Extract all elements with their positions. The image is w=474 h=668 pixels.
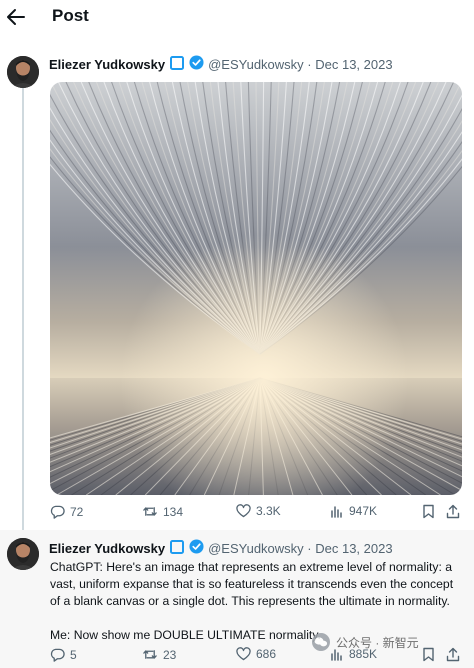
reply-text-chatgpt: ChatGPT: Here's an image that represents… [50, 560, 454, 608]
author-name[interactable]: Eliezer Yudkowsky [49, 541, 165, 556]
reply-icon [50, 505, 65, 519]
like-button[interactable]: 686 [236, 647, 276, 661]
reply-button[interactable]: 5 [50, 647, 77, 662]
handle-and-date[interactable]: @ESYudkowsky · Dec 13, 2023 [208, 57, 392, 72]
view-count: 947K [349, 504, 378, 518]
author-name[interactable]: Eliezer Yudkowsky [49, 57, 165, 72]
repost-count: 23 [163, 647, 177, 662]
watermark: 公众号 · 新智元 [311, 630, 419, 654]
avatar[interactable] [7, 538, 39, 570]
post-meta: Eliezer Yudkowsky @ESYudkowsky · Dec 13,… [49, 55, 393, 73]
handle-and-date[interactable]: @ESYudkowsky · Dec 13, 2023 [208, 541, 392, 556]
post-image-art [50, 82, 462, 495]
bookmark-icon [423, 504, 434, 519]
reply-meta: Eliezer Yudkowsky @ESYudkowsky · Dec 13,… [49, 539, 393, 557]
page-title: Post [52, 6, 89, 25]
like-button[interactable]: 3.3K [236, 504, 281, 518]
square-badge-icon [170, 539, 185, 557]
share-icon [446, 504, 460, 519]
repost-icon [143, 650, 157, 659]
reply-button[interactable]: 72 [50, 504, 83, 519]
like-count: 686 [256, 647, 277, 661]
reply-count: 72 [70, 504, 84, 519]
verified-check-icon [189, 539, 204, 557]
share-button[interactable] [446, 647, 465, 662]
arrow-left-icon[interactable] [4, 6, 28, 28]
reply-icon [50, 648, 65, 662]
like-count: 3.3K [256, 504, 281, 518]
thread-connector-line [22, 88, 24, 530]
wechat-icon [312, 633, 330, 651]
watermark-text: 公众号 · 新智元 [336, 635, 419, 650]
bookmark-button[interactable] [422, 504, 440, 519]
post-header: Post [0, 0, 474, 34]
repost-icon [143, 507, 157, 516]
square-badge-icon [170, 55, 185, 73]
repost-button[interactable]: 134 [142, 504, 183, 519]
reply-count: 5 [70, 647, 77, 662]
heart-icon [236, 647, 251, 661]
post-actions: 72 134 3.3K 947K [50, 504, 465, 524]
share-icon [446, 647, 460, 662]
avatar[interactable] [7, 56, 39, 88]
repost-count: 134 [163, 504, 184, 519]
bookmark-button[interactable] [422, 647, 440, 662]
post-image[interactable] [50, 82, 462, 495]
views-chart-icon [331, 506, 342, 518]
repost-button[interactable]: 23 [142, 647, 176, 662]
heart-icon [236, 504, 251, 518]
bookmark-icon [423, 647, 434, 662]
verified-check-icon [189, 55, 204, 73]
views-button[interactable]: 947K [330, 504, 377, 518]
share-button[interactable] [446, 504, 465, 519]
